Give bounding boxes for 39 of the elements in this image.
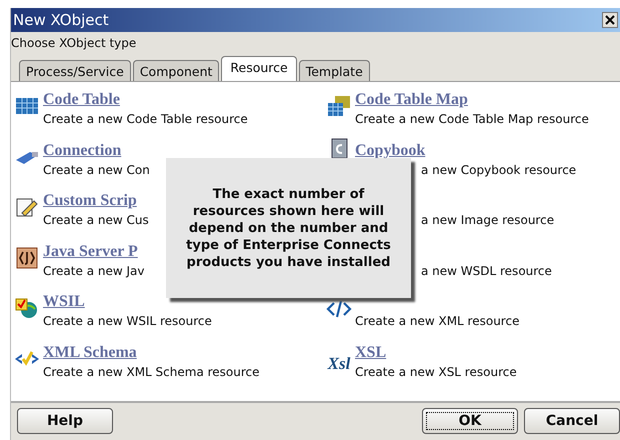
resource-link[interactable]: Copybook: [355, 140, 426, 160]
resource-link[interactable]: XML Schema: [43, 342, 137, 362]
grid-icon: [14, 95, 40, 117]
tab[interactable]: Resource: [221, 56, 297, 81]
resource-link[interactable]: Code Table Map: [355, 90, 468, 110]
globe-icon: [14, 297, 40, 319]
resource-description: Create a new XML resource: [355, 313, 520, 330]
resource-description: a new WSDL resource: [421, 262, 552, 280]
resource-link[interactable]: Java Server P: [43, 242, 138, 262]
prompt-label: Choose XObject type: [11, 35, 138, 52]
resource-description: Create a new XSL resource: [355, 364, 517, 380]
brackets-icon: [14, 246, 40, 268]
resource-link[interactable]: WSIL: [43, 292, 85, 312]
resource-link[interactable]: Code Table: [43, 90, 120, 110]
callout-note: The exact number of resources shown here will depend on the number and type of Enterprise Connects products you have installed: [166, 158, 411, 298]
resource-description: Create a new Code Table Map resource: [355, 111, 589, 128]
window-title: New XObject: [13, 11, 110, 29]
resource-description: a new Copybook resource: [421, 162, 576, 178]
help-button[interactable]: Help: [17, 408, 113, 434]
tab[interactable]: Template: [298, 60, 370, 81]
book-icon: [330, 138, 348, 158]
close-icon[interactable]: [602, 12, 618, 28]
resource-description: Create a new WSIL resource: [43, 313, 212, 330]
resource-description: a new Image resource: [421, 212, 554, 229]
grid-icon: [326, 95, 352, 117]
resource-link[interactable]: Connection: [43, 140, 122, 160]
resource-description: Create a new Code Table resource: [43, 111, 248, 128]
tab[interactable]: Component: [132, 60, 220, 81]
resource-description: Create a new Jav: [43, 262, 144, 280]
tab[interactable]: Process/Service: [19, 60, 131, 81]
pencil-icon: [14, 196, 40, 218]
resource-link[interactable]: Custom Scrip: [43, 191, 137, 211]
cancel-button[interactable]: Cancel: [524, 408, 620, 434]
xsl-icon: Xsl: [328, 354, 350, 393]
resource-link[interactable]: XSL: [355, 342, 386, 362]
ok-button[interactable]: OK: [422, 408, 518, 434]
resource-description: Create a new Cus: [43, 212, 149, 229]
resource-description: Create a new Con: [43, 162, 150, 178]
resource-description: Create a new XML Schema resource: [43, 364, 260, 380]
